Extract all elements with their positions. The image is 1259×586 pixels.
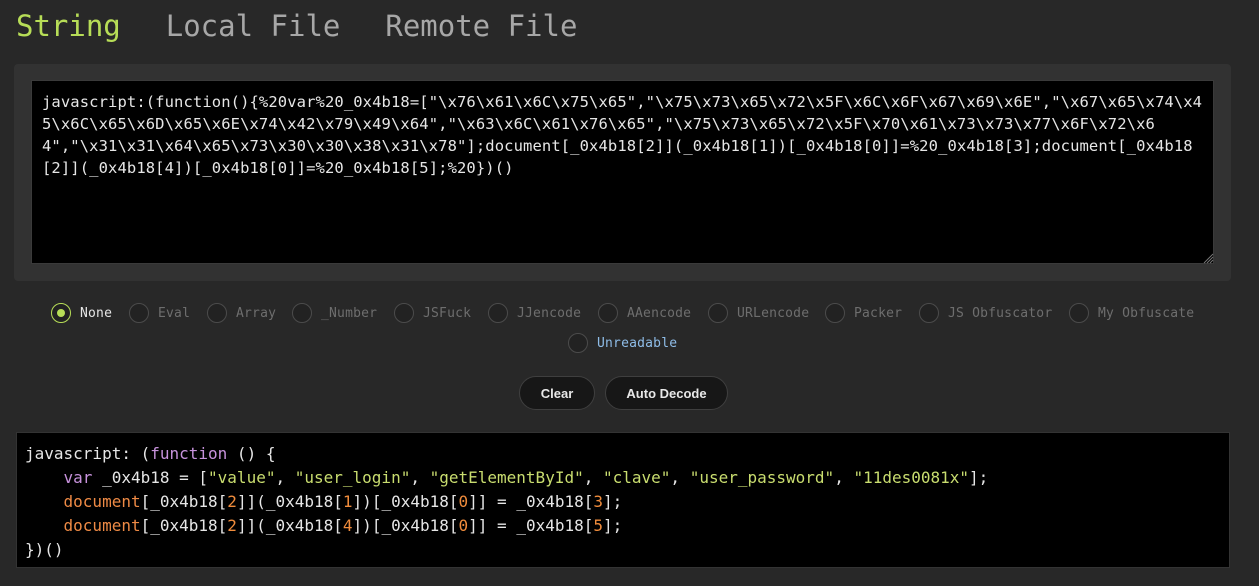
code-string: "user_password" [689,468,835,487]
radio-icon[interactable] [292,303,312,323]
radio-icon[interactable] [598,303,618,323]
option-label: Array [236,305,277,321]
mode-tabs: String Local File Remote File [16,6,622,46]
radio-icon[interactable] [919,303,939,323]
option-none[interactable]: None [51,303,112,323]
tab-remote-file[interactable]: Remote File [385,6,577,46]
radio-icon[interactable] [1069,303,1089,323]
option-label: _Number [321,305,378,321]
option-jsfuck[interactable]: JSFuck [394,303,471,323]
code-number: 0 [458,516,469,535]
option-packer[interactable]: Packer [825,303,902,323]
radio-icon[interactable] [568,333,588,353]
code-number: 0 [458,492,469,511]
option-eval[interactable]: Eval [129,303,190,323]
code-number: 2 [227,516,237,535]
code-object: document [63,492,141,511]
option-label: JSFuck [423,305,472,321]
code-number: 5 [593,516,604,535]
code-string: "11des0081x" [853,468,970,487]
code-string: "getElementById" [429,468,584,487]
code-keyword: function [150,444,228,463]
radio-checked-icon[interactable] [51,303,71,323]
radio-icon[interactable] [708,303,728,323]
code-number: 4 [342,516,353,535]
option-label: Eval [158,305,191,321]
code-string: "value" [208,468,276,487]
option-label: JS Obfuscator [948,305,1053,321]
code-number: 3 [593,492,604,511]
auto-decode-button[interactable]: Auto Decode [605,376,728,410]
option-label: None [80,305,113,321]
option-array[interactable]: Array [207,303,276,323]
radio-icon[interactable] [394,303,414,323]
radio-icon[interactable] [825,303,845,323]
tab-string[interactable]: String [16,6,121,46]
option-js-obfuscator[interactable]: JS Obfuscator [919,303,1052,323]
option-label: Packer [854,305,903,321]
option-label: AAencode [627,305,692,321]
code-text: javascript: ( [25,444,151,463]
option-aaencode[interactable]: AAencode [598,303,691,323]
code-object: document [63,516,141,535]
code-text: _0x4b18 = [ [92,468,209,487]
option-jjencode[interactable]: JJencode [488,303,581,323]
radio-icon[interactable] [129,303,149,323]
code-keyword: var [63,468,93,487]
code-string: "clave" [602,468,671,487]
source-textarea[interactable]: javascript:(function(){%20var%20_0x4b18=… [31,80,1214,264]
radio-icon[interactable] [488,303,508,323]
option-my-obfuscate[interactable]: My Obfuscate [1069,303,1194,323]
decoded-output: javascript: (function () { var _0x4b18 =… [16,432,1230,568]
resize-grip-icon[interactable] [1202,252,1214,264]
radio-icon[interactable] [207,303,227,323]
option-number[interactable]: _Number [292,303,377,323]
tab-local-file[interactable]: Local File [166,6,341,46]
code-text: })() [25,540,64,559]
option-urlencode[interactable]: URLencode [708,303,809,323]
option-label: JJencode [517,305,582,321]
code-number: 2 [227,492,237,511]
clear-button[interactable]: Clear [519,376,595,410]
code-text: () { [227,444,276,463]
code-string: "user_login" [294,468,411,487]
option-label: URLencode [737,305,810,321]
option-unreadable[interactable]: Unreadable [568,333,677,353]
option-label: My Obfuscate [1098,305,1195,321]
option-label: Unreadable [597,335,678,351]
code-number: 1 [342,492,353,511]
